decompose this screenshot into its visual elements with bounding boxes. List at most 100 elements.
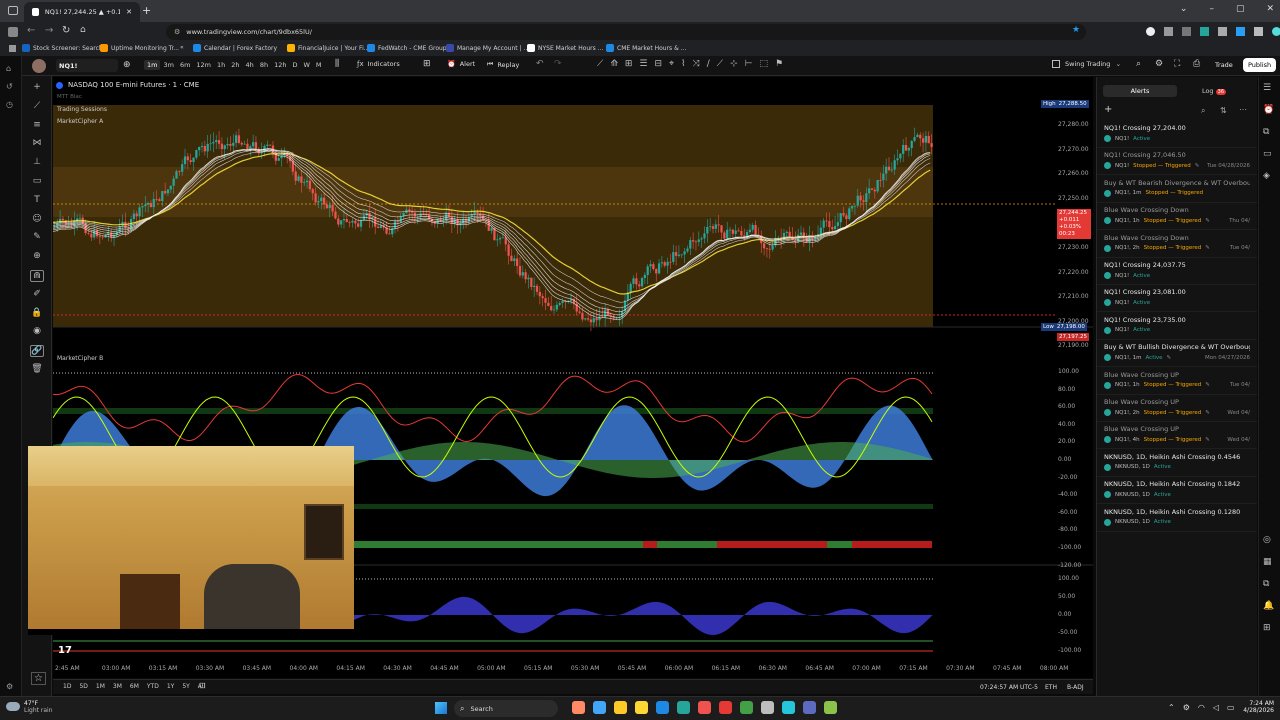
- interval-8h[interactable]: 8h: [257, 60, 271, 70]
- drawing-tool-icon[interactable]: ☰: [639, 59, 647, 69]
- chevron-down-icon[interactable]: ⌄: [1180, 4, 1188, 14]
- sidebar-toggle-icon[interactable]: [8, 27, 18, 37]
- watchlist-icon[interactable]: ☰: [1263, 83, 1271, 93]
- extension-icon[interactable]: [1200, 27, 1209, 36]
- taskbar-app-icon[interactable]: [719, 701, 732, 714]
- alert-item[interactable]: Blue Wave Crossing Down NQ1!, 2h Stopped —…: [1097, 231, 1257, 258]
- taskbar-app-icon[interactable]: [824, 701, 837, 714]
- extension-icon[interactable]: [1182, 27, 1191, 36]
- interval-2h[interactable]: 2h: [228, 60, 242, 70]
- measure-icon[interactable]: ⊥: [30, 157, 44, 167]
- range-3M[interactable]: 3M: [109, 683, 126, 690]
- crosshair-icon[interactable]: +: [30, 82, 44, 92]
- edit-icon[interactable]: ✎: [1205, 245, 1210, 251]
- tab-log[interactable]: Log 36: [1177, 87, 1251, 95]
- taskbar-search[interactable]: ⌕ Search: [454, 700, 558, 717]
- trash-icon[interactable]: 🗑: [30, 364, 44, 374]
- drawing-tool-icon[interactable]: ⟋: [717, 59, 723, 69]
- link-icon[interactable]: 🔗: [30, 345, 44, 358]
- alert-item[interactable]: Blue Wave Crossing Down NQ1!, 1h Stopped —…: [1097, 203, 1257, 231]
- search-icon[interactable]: ⌕: [1136, 59, 1141, 69]
- edit-icon[interactable]: ✎: [1205, 410, 1210, 416]
- site-info-icon[interactable]: ⚙: [174, 28, 180, 36]
- pattern-icon[interactable]: ⋈: [30, 138, 44, 148]
- notification-icon[interactable]: 🔔: [1263, 601, 1274, 611]
- range-5Y[interactable]: 5Y: [178, 683, 193, 690]
- interval-1m[interactable]: 1m: [144, 60, 161, 70]
- bookmark[interactable]: Uptime Monitoring Tr...: [100, 44, 179, 52]
- alert-item[interactable]: NQ1! Crossing 27,046.50 NQ1! Stopped — Tri…: [1097, 148, 1257, 176]
- drawing-tool-icon[interactable]: ⤨: [693, 59, 700, 69]
- target-icon[interactable]: ◎: [1263, 535, 1271, 545]
- rectangle-icon[interactable]: ▭: [30, 176, 44, 186]
- maximize-icon[interactable]: ▢: [1236, 4, 1245, 14]
- avatar[interactable]: [32, 59, 46, 73]
- close-icon[interactable]: ✕: [126, 8, 132, 16]
- drawing-tool-icon[interactable]: ⊟: [654, 59, 662, 69]
- tray-icon[interactable]: ⚙: [1183, 703, 1190, 712]
- taskbar-app-icon[interactable]: [593, 701, 606, 714]
- bookmark[interactable]: Stock Screener: Search...: [22, 44, 108, 52]
- study-label[interactable]: Trading Sessions: [57, 106, 107, 113]
- text-icon[interactable]: T: [30, 195, 44, 205]
- alert-item[interactable]: NKNUSD, 1D, Heikin Ashi Crossing 0.4546 N…: [1097, 450, 1257, 477]
- extension-icon[interactable]: [1218, 27, 1227, 36]
- range-6M[interactable]: 6M: [126, 683, 143, 690]
- templates-icon[interactable]: ⊞: [423, 59, 431, 69]
- url-bar[interactable]: ⚙ www.tradingview.com/chart/9dbx65lU/: [166, 24, 1086, 40]
- layout-selector[interactable]: Swing Trading ⌄: [1052, 60, 1121, 68]
- range-5D[interactable]: 5D: [75, 683, 91, 690]
- add-alert-icon[interactable]: +: [1104, 104, 1112, 115]
- interval-6m[interactable]: 6m: [177, 60, 193, 70]
- extension-icon[interactable]: [1164, 27, 1173, 36]
- indicators-button[interactable]: ƒx Indicators: [357, 60, 400, 68]
- alert-button[interactable]: ⏰ Alert: [447, 60, 475, 68]
- close-window-icon[interactable]: ✕: [1266, 4, 1274, 14]
- alert-item[interactable]: Buy & WT Bearish Divergence & WT Overbou…: [1097, 176, 1257, 203]
- alerts-icon[interactable]: ⏰: [1263, 105, 1274, 115]
- symbol-search[interactable]: NQ1!: [56, 59, 118, 72]
- emoji-icon[interactable]: ☺: [30, 214, 44, 224]
- grid-icon[interactable]: ⊞: [1263, 623, 1271, 633]
- taskbar-app-icon[interactable]: [614, 701, 627, 714]
- lock-icon[interactable]: 🔒: [30, 308, 44, 318]
- drawing-tool-icon[interactable]: ⌇: [681, 59, 685, 69]
- stay-drawing-icon[interactable]: ✐: [30, 289, 44, 299]
- tray-clock[interactable]: 7:24 AM 4/28/2026: [1232, 700, 1274, 714]
- extension-icon[interactable]: [1254, 27, 1263, 36]
- eye-icon[interactable]: ◉: [30, 326, 44, 336]
- bookmark[interactable]: CME Market Hours & ...: [606, 44, 686, 52]
- interval-3m[interactable]: 3m: [160, 60, 176, 70]
- alert-item[interactable]: Blue Wave Crossing UP NQ1!, 2h Stopped — T…: [1097, 395, 1257, 422]
- ideas-icon[interactable]: ◈: [1263, 171, 1270, 181]
- home-icon[interactable]: ⌂: [6, 64, 11, 73]
- chat-icon[interactable]: ▭: [1263, 149, 1272, 159]
- drawing-tool-icon[interactable]: ⬚: [759, 59, 768, 69]
- add-symbol-icon[interactable]: ⊕: [123, 60, 131, 70]
- brush-icon[interactable]: ✎: [30, 232, 44, 242]
- price-axis[interactable]: 27,280.00 27,270.00 27,260.00 27,250.00 27,2…: [1056, 77, 1093, 667]
- taskbar-app-icon[interactable]: [803, 701, 816, 714]
- redo-icon[interactable]: ↷: [554, 59, 562, 69]
- fullscreen-icon[interactable]: ⛶: [1174, 59, 1180, 69]
- taskbar-app-icon[interactable]: [761, 701, 774, 714]
- bookmark[interactable]: Manage My Account | ...: [446, 44, 529, 52]
- chevron-up-icon[interactable]: ⌃: [1168, 703, 1175, 712]
- trade-button[interactable]: Trade: [1215, 61, 1233, 69]
- star-icon[interactable]: ☆: [31, 672, 46, 685]
- taskbar-app-icon[interactable]: [572, 701, 585, 714]
- replay-button[interactable]: ⏮ Replay: [487, 60, 519, 69]
- interval-W[interactable]: W: [300, 60, 312, 70]
- study-label[interactable]: MarketCipher A: [57, 118, 103, 125]
- publish-button[interactable]: Publish: [1243, 58, 1277, 72]
- back-icon[interactable]: ←: [27, 25, 35, 36]
- taskbar-app-icon[interactable]: [782, 701, 795, 714]
- tab-actions-icon[interactable]: [8, 6, 18, 15]
- alert-item[interactable]: Buy & WT Bullish Divergence & WT Overbou…: [1097, 340, 1257, 368]
- drawing-tool-icon[interactable]: ∕: [707, 59, 710, 69]
- clock[interactable]: 07:24:57 AM UTC-5: [980, 684, 1038, 691]
- zoom-icon[interactable]: ⊕: [30, 251, 44, 261]
- bookmark[interactable]: FinancialJuice | Your Fi...: [287, 44, 369, 52]
- undo-icon[interactable]: ↶: [536, 59, 544, 69]
- session-toggle[interactable]: ETH: [1045, 684, 1057, 691]
